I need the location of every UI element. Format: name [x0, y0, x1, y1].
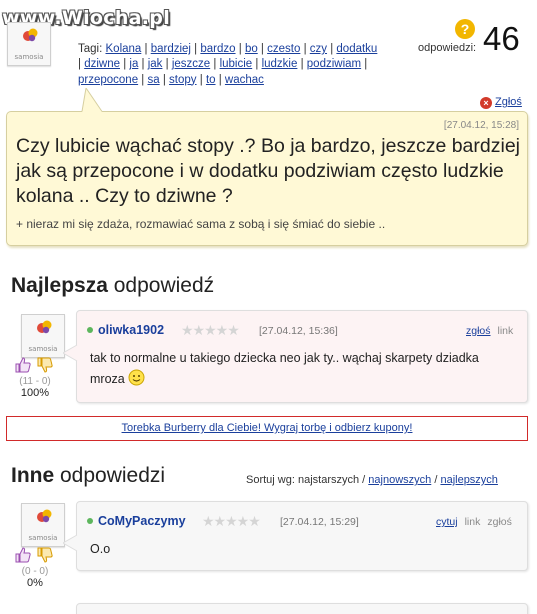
answer-actions: zgłoś link: [466, 325, 513, 337]
sort-newest-link[interactable]: najnowszych: [368, 474, 431, 486]
tag-link[interactable]: czy: [310, 43, 327, 55]
tags-label: Tagi:: [78, 43, 103, 55]
rating-stars: ★★★★★: [202, 513, 261, 529]
avatar[interactable]: samosia: [21, 314, 65, 358]
promo-banner[interactable]: Torebka Burberry dla Ciebie! Wygraj torb…: [6, 416, 528, 441]
tag-link[interactable]: wachac: [225, 74, 264, 86]
report-link[interactable]: zgłoś: [487, 516, 512, 528]
answer-header: oliwka1902: [87, 323, 164, 337]
answer-header: CoMyPaczymy: [87, 514, 186, 528]
question-details: + nieraz mi się zdaża, rozmawiać sama z …: [16, 217, 386, 231]
answers-count: 46: [483, 20, 520, 57]
tag-link[interactable]: stopy: [169, 74, 197, 86]
sort-label: Sortuj wg: najstarszych /: [246, 474, 366, 486]
tag-link[interactable]: jak: [148, 58, 163, 70]
best-answer-box: oliwka1902 ★★★★★ [27.04.12, 15:36] zgłoś…: [76, 310, 528, 403]
speech-bubbles-icon: [23, 28, 38, 42]
avatar-label: samosia: [14, 53, 44, 61]
question-text: Czy lubicie wąchać stopy .? Bo ja bardzo…: [16, 135, 520, 207]
answer-author[interactable]: oliwka1902: [98, 323, 164, 337]
vote-count: (0 - 0): [21, 566, 49, 577]
answer-date: [27.04.12, 15:36]: [259, 325, 338, 337]
tag-link[interactable]: czesto: [267, 43, 300, 55]
heading-rest: odpowiedź: [107, 274, 215, 297]
heading-bold: Najlepsza: [11, 274, 108, 297]
question-box: [27.04.12, 15:28] Czy lubicie wąchać sto…: [6, 111, 528, 246]
heading-bold: Inne: [11, 464, 55, 487]
answer-pointer: [63, 344, 78, 362]
other-answers-heading: Inne odpowiedzi: [11, 464, 165, 488]
question-pointer: [81, 88, 103, 112]
thumbs-up-icon[interactable]: [14, 546, 32, 564]
tag-link[interactable]: bardzo: [200, 43, 235, 55]
report-label: Zgłoś: [495, 96, 522, 108]
report-link[interactable]: zgłoś: [466, 325, 491, 337]
tag-link[interactable]: sa: [148, 74, 160, 86]
answer-text: tak to normalne u takiego dziecka neo ja…: [90, 348, 490, 390]
tag-link[interactable]: jeszcze: [172, 58, 210, 70]
smiley-icon: [128, 369, 145, 386]
permalink[interactable]: link: [498, 325, 514, 337]
tag-link[interactable]: podziwiam: [307, 58, 361, 70]
answer-box: [76, 603, 528, 614]
sort-separator: /: [434, 474, 438, 486]
answer-date: [27.04.12, 15:29]: [280, 516, 359, 528]
tag-link[interactable]: bardziej: [151, 43, 191, 55]
tag-link[interactable]: przepocone: [78, 74, 138, 86]
tag-link[interactable]: bo: [245, 43, 258, 55]
heading-rest: odpowiedzi: [54, 464, 166, 487]
online-status-icon: [87, 327, 93, 333]
vote-count: (11 - 0): [19, 376, 51, 387]
tag-link[interactable]: ja: [129, 58, 138, 70]
answer-author[interactable]: CoMyPaczymy: [98, 514, 186, 528]
quote-link[interactable]: cytuj: [436, 516, 458, 528]
tag-link[interactable]: Kolana: [106, 43, 142, 55]
close-icon: ×: [480, 97, 492, 109]
avatar[interactable]: samosia: [7, 22, 51, 66]
answer-actions: cytuj link zgłoś: [436, 516, 512, 528]
tag-link[interactable]: dziwne: [84, 58, 120, 70]
answer-pointer: [63, 534, 78, 552]
online-status-icon: [87, 518, 93, 524]
tag-link[interactable]: dodatku: [336, 43, 377, 55]
thumbs-down-icon[interactable]: [36, 356, 54, 374]
vote-panel: (0 - 0) 0%: [12, 546, 58, 589]
tag-link[interactable]: lubicie: [220, 58, 253, 70]
sort-best-link[interactable]: najlepszych: [440, 474, 497, 486]
tag-link[interactable]: ludzkie: [262, 58, 298, 70]
vote-percent: 100%: [20, 387, 50, 399]
speech-bubbles-icon: [37, 509, 52, 523]
rating-stars: ★★★★★: [181, 322, 240, 338]
speech-bubbles-icon: [37, 320, 52, 334]
answer-text-content: tak to normalne u takiego dziecka neo ja…: [90, 351, 479, 386]
avatar[interactable]: samosia: [21, 503, 65, 547]
question-date: [27.04.12, 15:28]: [443, 120, 519, 131]
answer-box: CoMyPaczymy ★★★★★ [27.04.12, 15:29] cytu…: [76, 501, 528, 571]
thumbs-up-icon[interactable]: [14, 356, 32, 374]
promo-link[interactable]: Torebka Burberry dla Ciebie! Wygraj torb…: [122, 422, 413, 434]
avatar-label: samosia: [28, 534, 58, 542]
thumbs-down-icon[interactable]: [36, 546, 54, 564]
permalink[interactable]: link: [465, 516, 481, 528]
tag-link[interactable]: to: [206, 74, 216, 86]
sort-controls: Sortuj wg: najstarszych / najnowszych / …: [246, 474, 498, 486]
report-question-link[interactable]: × Zgłoś: [480, 96, 522, 109]
vote-panel: (11 - 0) 100%: [12, 356, 58, 399]
question-mark-icon: ?: [455, 19, 475, 39]
avatar-label: samosia: [28, 345, 58, 353]
answers-count-label: odpowiedzi:: [418, 42, 477, 54]
tag-list: Tagi: Kolana | bardziej | bardzo | bo | …: [78, 43, 378, 86]
best-answer-heading: Najlepsza odpowiedź: [11, 274, 214, 298]
vote-percent: 0%: [27, 577, 43, 589]
answer-text: O.o: [90, 542, 111, 556]
